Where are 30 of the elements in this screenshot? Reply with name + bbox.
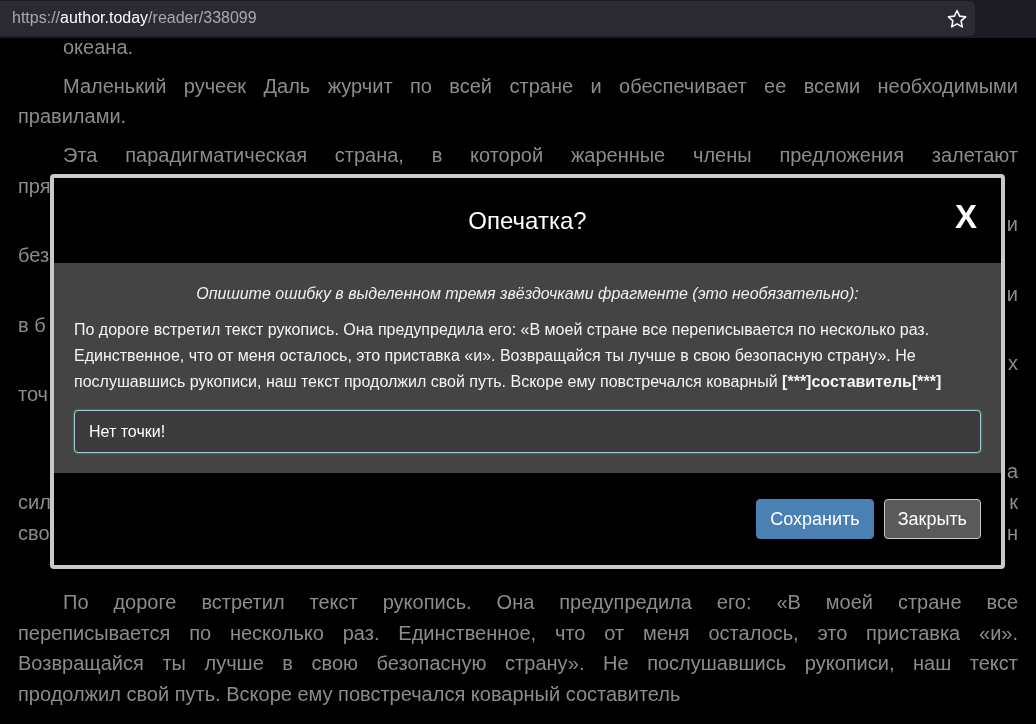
article-text: точ: [18, 381, 49, 407]
close-dialog-button[interactable]: Закрыть: [883, 499, 981, 539]
close-button[interactable]: X: [955, 200, 977, 233]
article-text: Маленький ручеек Даль журчит по всей стране и обеспечивает ее всеми необходимыми: [63, 74, 1018, 97]
hint-text: Опишите ошибку в выделенном тремя звёздочками фрагменте (это необязательно):: [195, 285, 860, 303]
article-text: переписывается по несколько раз. Единственное, что от меня осталось, это приставка «и».: [18, 621, 1018, 644]
article-text: сво: [18, 520, 50, 546]
url-text: https://author.today/reader/338099: [12, 9, 257, 27]
article-text: н: [1006, 520, 1018, 546]
fragment-text: По дороге встретил текст рукопись. Она предупредила его: «В моей стране все переписывается по несколько раз. Единственное, что от меня осталось, это приставка «и». Возвращайся ты лучше в свою безопасную страну». Не послушавшись рукописи, наш текст продолжил свой путь. Вскоре ему повстречался коварный [***]составитель[***]: [74, 320, 943, 392]
article-text: По дороге встретил текст рукопись. Она предупредила его: «В моей стране все: [63, 591, 1018, 613]
article-text: а: [1006, 459, 1018, 485]
dialog-title: Опечатка?: [468, 206, 587, 235]
article-text: и: [1006, 212, 1018, 238]
comment-field[interactable]: Нет точки!: [74, 410, 981, 453]
article-text: х: [1008, 351, 1018, 377]
article-text: Возвращайся ты лучше в свою безопасную страну». Не послушавшись рукописи, наш текст: [18, 652, 1018, 675]
star-icon[interactable]: [947, 9, 967, 29]
article-text: Эта парадигматическая страна, в которой жаренные члены предложения залетают: [63, 144, 1018, 167]
article-text: пря: [18, 173, 51, 199]
save-button[interactable]: Сохранить: [756, 499, 874, 539]
article-text: океана.: [63, 36, 134, 58]
article-text: правилами.: [18, 105, 127, 128]
article-text: без: [18, 243, 50, 269]
article-text: сил: [18, 489, 51, 515]
article-text: в б: [18, 312, 46, 338]
address-field[interactable]: https://author.today/reader/338099: [0, 1, 975, 36]
article-text: к: [1009, 489, 1018, 515]
article-text: и: [1006, 281, 1018, 307]
article-text: продолжил свой путь. Вскоре ему повстречался коварный составитель: [18, 683, 681, 706]
